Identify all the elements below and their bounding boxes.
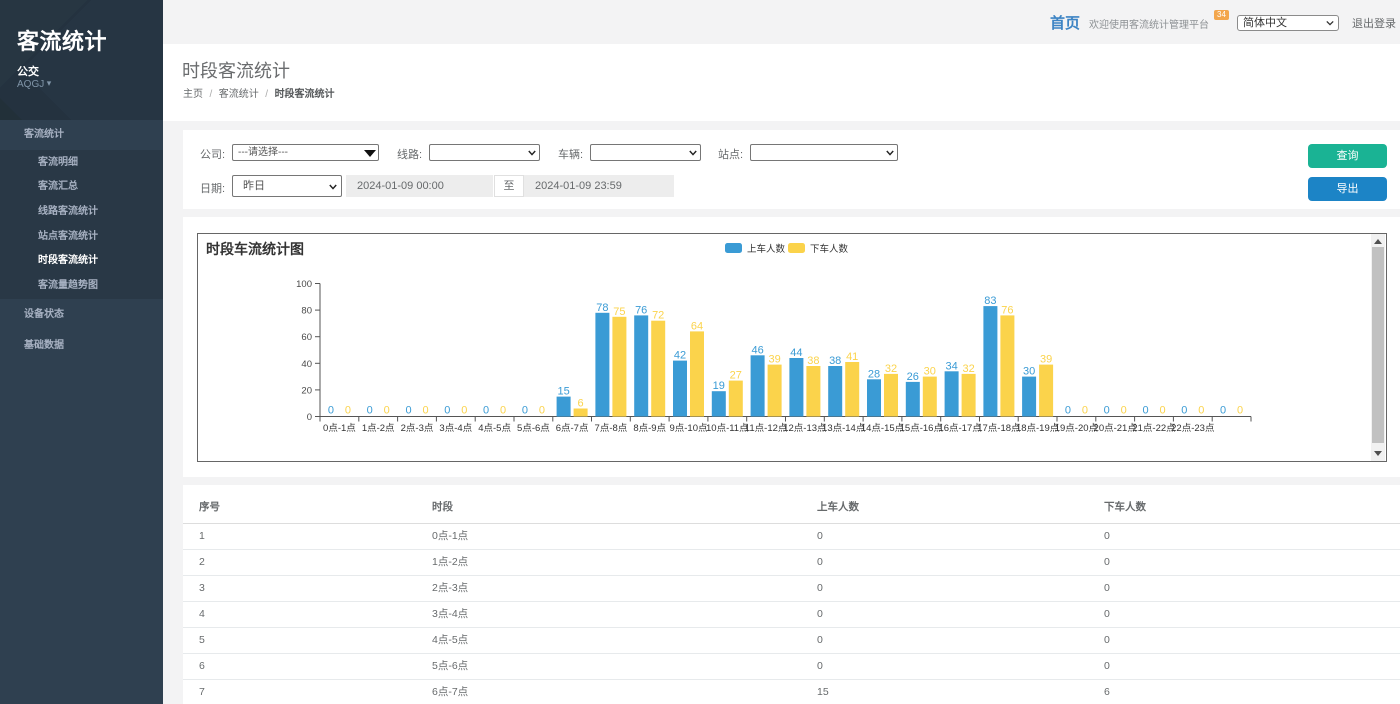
svg-text:42: 42 xyxy=(674,350,686,362)
svg-text:0: 0 xyxy=(1082,405,1088,417)
svg-text:17点-18点: 17点-18点 xyxy=(977,423,1021,434)
svg-text:32: 32 xyxy=(962,363,974,375)
svg-text:72: 72 xyxy=(652,310,664,322)
svg-text:0: 0 xyxy=(1104,405,1110,417)
svg-text:0: 0 xyxy=(522,405,528,417)
svg-text:0: 0 xyxy=(1121,405,1127,417)
svg-text:0: 0 xyxy=(483,405,489,417)
svg-text:0: 0 xyxy=(1159,405,1165,417)
svg-text:0: 0 xyxy=(1181,405,1187,417)
svg-text:0: 0 xyxy=(405,405,411,417)
svg-text:6: 6 xyxy=(578,398,584,410)
svg-text:5点-6点: 5点-6点 xyxy=(517,423,550,434)
svg-text:40: 40 xyxy=(301,359,312,370)
svg-text:0: 0 xyxy=(328,405,334,417)
svg-text:1点-2点: 1点-2点 xyxy=(362,423,395,434)
svg-text:39: 39 xyxy=(1040,354,1052,366)
svg-text:76: 76 xyxy=(1001,304,1013,316)
svg-text:0: 0 xyxy=(1065,405,1071,417)
svg-text:12点-13点: 12点-13点 xyxy=(783,423,827,434)
svg-text:18点-19点: 18点-19点 xyxy=(1016,423,1060,434)
svg-text:9点-10点: 9点-10点 xyxy=(669,423,708,434)
svg-text:0: 0 xyxy=(539,405,545,417)
svg-text:0: 0 xyxy=(307,412,312,423)
svg-text:0: 0 xyxy=(367,405,373,417)
svg-text:41: 41 xyxy=(846,351,858,363)
svg-text:28: 28 xyxy=(868,368,880,380)
svg-text:10点-11点: 10点-11点 xyxy=(706,423,749,434)
svg-text:7点-8点: 7点-8点 xyxy=(595,423,628,434)
svg-text:15: 15 xyxy=(557,386,569,398)
svg-text:14点-15点: 14点-15点 xyxy=(861,423,905,434)
svg-text:0: 0 xyxy=(444,405,450,417)
svg-text:11点-12点: 11点-12点 xyxy=(745,423,788,434)
svg-text:0: 0 xyxy=(1142,405,1148,417)
svg-text:30: 30 xyxy=(924,366,936,378)
svg-text:0: 0 xyxy=(500,405,506,417)
svg-text:76: 76 xyxy=(635,304,647,316)
svg-text:38: 38 xyxy=(807,355,819,367)
svg-text:0: 0 xyxy=(422,405,428,417)
svg-text:0: 0 xyxy=(1220,405,1226,417)
svg-text:80: 80 xyxy=(301,306,312,317)
svg-text:4点-5点: 4点-5点 xyxy=(478,423,511,434)
svg-text:34: 34 xyxy=(945,360,957,372)
svg-text:0: 0 xyxy=(1198,405,1204,417)
svg-text:44: 44 xyxy=(790,347,802,359)
svg-text:8点-9点: 8点-9点 xyxy=(633,423,666,434)
svg-text:0: 0 xyxy=(384,405,390,417)
svg-text:27: 27 xyxy=(730,370,742,382)
svg-text:83: 83 xyxy=(984,295,996,307)
svg-text:20点-21点: 20点-21点 xyxy=(1094,423,1138,434)
svg-text:19点-20点: 19点-20点 xyxy=(1055,423,1099,434)
svg-text:20: 20 xyxy=(301,385,312,396)
svg-text:6点-7点: 6点-7点 xyxy=(556,423,589,434)
svg-text:32: 32 xyxy=(885,363,897,375)
svg-text:75: 75 xyxy=(613,306,625,318)
svg-text:39: 39 xyxy=(768,354,780,366)
svg-text:0: 0 xyxy=(461,405,467,417)
svg-text:78: 78 xyxy=(596,302,608,314)
svg-text:38: 38 xyxy=(829,355,841,367)
svg-text:0: 0 xyxy=(345,405,351,417)
svg-text:13点-14点: 13点-14点 xyxy=(822,423,866,434)
svg-text:3点-4点: 3点-4点 xyxy=(439,423,472,434)
svg-text:2点-3点: 2点-3点 xyxy=(401,423,434,434)
svg-text:30: 30 xyxy=(1023,366,1035,378)
svg-text:21点-22点: 21点-22点 xyxy=(1132,423,1176,434)
svg-text:60: 60 xyxy=(301,332,312,343)
svg-text:22点-23点: 22点-23点 xyxy=(1171,423,1215,434)
svg-text:0: 0 xyxy=(1237,405,1243,417)
svg-text:15点-16点: 15点-16点 xyxy=(900,423,944,434)
svg-text:46: 46 xyxy=(751,344,763,356)
svg-text:19: 19 xyxy=(713,380,725,392)
svg-text:16点-17点: 16点-17点 xyxy=(938,423,982,434)
svg-text:64: 64 xyxy=(691,320,703,332)
svg-text:0点-1点: 0点-1点 xyxy=(323,423,356,434)
svg-text:100: 100 xyxy=(296,279,312,290)
svg-text:26: 26 xyxy=(907,371,919,383)
